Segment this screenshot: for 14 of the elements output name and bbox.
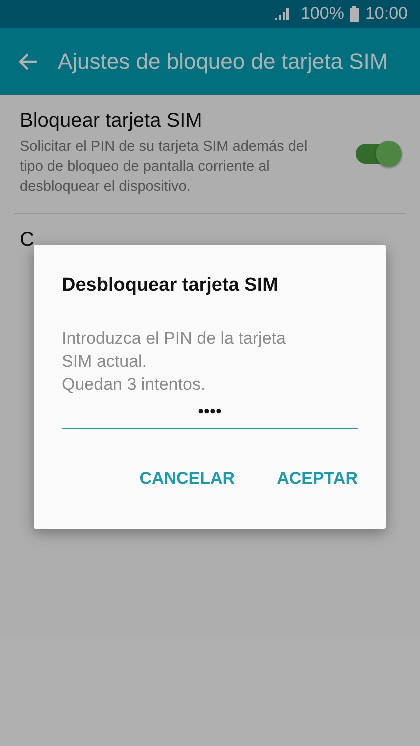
battery-icon <box>350 6 360 22</box>
setting-summary: Solicitar el PIN de su tarjeta SIM además del tipo de bloqueo de pantalla corriente al desbloquear el dispositivo. <box>20 138 309 197</box>
back-arrow-icon[interactable] <box>18 52 38 70</box>
setting-title[interactable]: Bloquear tarjeta SIM <box>20 110 342 133</box>
pin-field[interactable]: •••• <box>62 400 358 429</box>
toggle-switch[interactable] <box>356 144 400 164</box>
dialog-message: SIM actual. <box>62 351 148 373</box>
clock: 10:00 <box>365 4 408 24</box>
dialog-message: Introduzca el PIN de la tarjeta <box>62 328 287 350</box>
signal-icon <box>274 8 289 20</box>
screen-title: Ajustes de bloqueo de tarjeta SIM <box>58 48 388 74</box>
battery-percent: 100% <box>300 4 344 24</box>
dialog-message: Quedan 3 intentos. <box>62 374 207 396</box>
dialog-title: Desbloquear tarjeta SIM <box>62 275 280 297</box>
